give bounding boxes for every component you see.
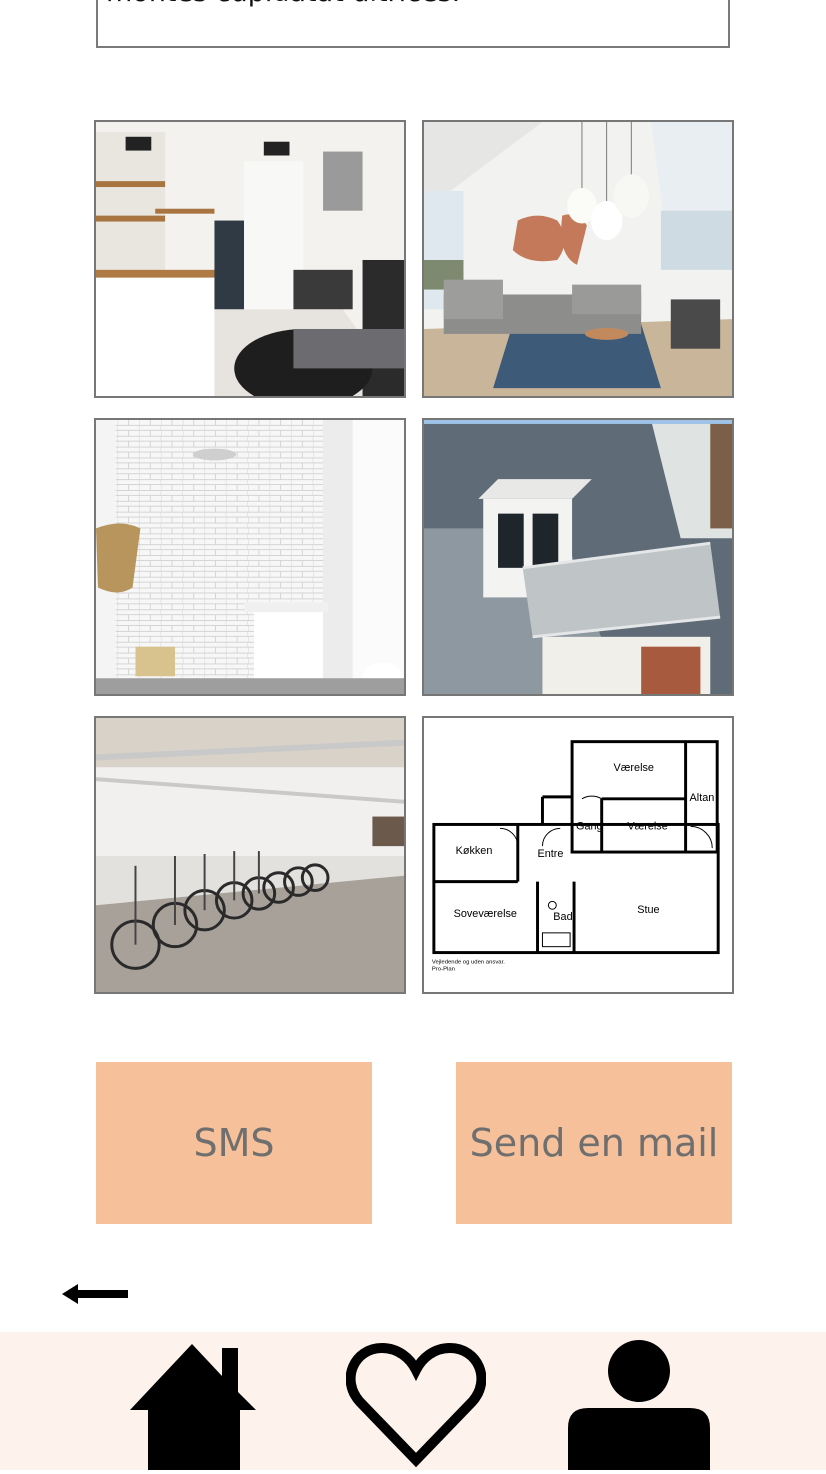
nav-profile[interactable]	[566, 1340, 712, 1470]
nav-home[interactable]	[128, 1342, 260, 1470]
floor-plan-credit: Pro-Plan	[432, 966, 455, 972]
roof-terrace-image	[424, 420, 732, 694]
room-label: Værelse	[614, 762, 654, 774]
living-room-image	[424, 122, 732, 396]
gallery-photo-roof-terrace[interactable]	[422, 418, 734, 696]
user-icon	[568, 1340, 710, 1470]
gallery-photo-floor-plan[interactable]: Værelse Altan Gang Værelse Køkken Entre …	[422, 716, 734, 994]
room-label: Altan	[690, 792, 715, 804]
room-label: Bad	[553, 911, 572, 923]
nav-favorites[interactable]	[345, 1342, 487, 1468]
floor-plan-note: Vejledende og uden ansvar.	[432, 959, 505, 965]
description-text: montes cupidatat ultrices.	[106, 0, 460, 10]
send-mail-button[interactable]: Send en mail	[456, 1062, 732, 1224]
room-label: Gang	[576, 820, 603, 832]
back-button[interactable]	[60, 1280, 130, 1308]
room-label: Entre	[538, 848, 564, 860]
kitchen-image	[96, 122, 404, 396]
room-label: Soveværelse	[454, 908, 517, 920]
bathroom-image	[96, 420, 404, 694]
room-label: Stue	[637, 904, 659, 916]
gallery-photo-bathroom[interactable]	[94, 418, 406, 696]
sms-button[interactable]: SMS	[96, 1062, 372, 1224]
room-label: Værelse	[627, 820, 667, 832]
home-icon	[130, 1344, 256, 1470]
bike-storage-image	[96, 718, 404, 992]
gallery-photo-kitchen[interactable]	[94, 120, 406, 398]
floor-plan-image: Værelse Altan Gang Værelse Køkken Entre …	[424, 718, 732, 992]
gallery-photo-living-room[interactable]	[422, 120, 734, 398]
arrow-left-icon	[62, 1284, 128, 1304]
bottom-navigation	[0, 1332, 826, 1470]
heart-icon	[345, 1342, 487, 1468]
gallery-photo-bike-storage[interactable]	[94, 716, 406, 994]
description-box: montes cupidatat ultrices.	[96, 0, 730, 48]
room-label: Køkken	[456, 845, 493, 857]
